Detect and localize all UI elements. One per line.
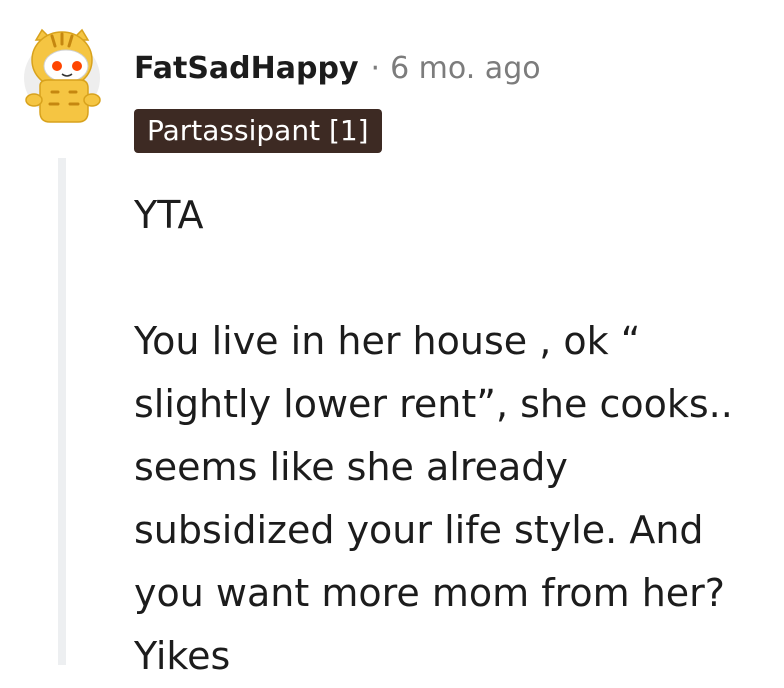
- comment-line: Yikes: [134, 634, 231, 678]
- comment-meta: FatSadHappy · 6 mo. ago: [134, 48, 541, 88]
- comment-line: seems like she already: [134, 445, 568, 489]
- username-link[interactable]: FatSadHappy: [134, 51, 359, 86]
- thread-collapse-line[interactable]: [58, 158, 66, 665]
- user-avatar[interactable]: [22, 28, 102, 128]
- comment-line: you want more mom from her?: [134, 571, 725, 615]
- comment-line: subsidized your life style. And: [134, 508, 704, 552]
- comment-line: You live in her house , ok “: [134, 319, 641, 363]
- snoo-tiger-avatar-icon: [24, 28, 101, 123]
- comment-timestamp[interactable]: 6 mo. ago: [390, 51, 541, 86]
- user-flair-badge: Partassipant [1]: [134, 109, 382, 153]
- comment-paragraph: You live in her house , ok “ slightly lo…: [134, 310, 774, 688]
- comment: FatSadHappy · 6 mo. ago Partassipant [1]…: [0, 0, 784, 678]
- comment-line: slightly lower rent”, she cooks..: [134, 382, 733, 426]
- meta-separator: ·: [370, 50, 381, 86]
- comment-body: YTA You live in her house , ok “ slightl…: [134, 184, 774, 688]
- comment-verdict: YTA: [134, 193, 204, 237]
